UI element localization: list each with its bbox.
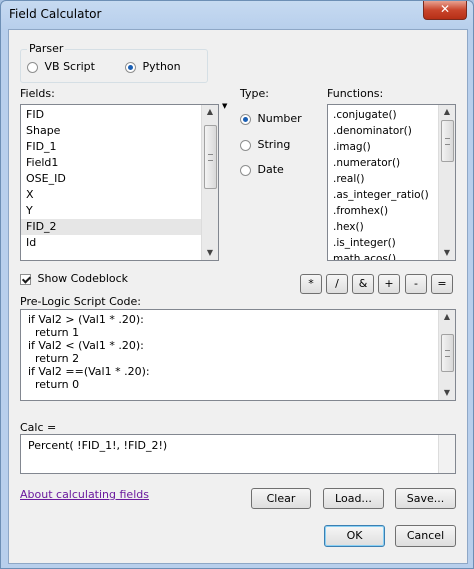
prelogic-scrollbar[interactable]: ▲ ▼ [438,310,455,400]
parser-group: Parser VB Script Python [20,42,208,83]
save-button[interactable]: Save... [395,488,456,509]
scroll-up-icon[interactable]: ▲ [202,105,218,119]
vbscript-radio[interactable]: VB Script [27,60,95,73]
vbscript-radio-button[interactable] [27,61,38,73]
scroll-down-icon[interactable]: ▼ [439,386,455,400]
number-label: Number [257,112,302,125]
scroll-up-icon[interactable]: ▲ [439,105,455,119]
dialog-body: Parser VB Script Python Fields: FID Shape… [8,29,468,564]
show-codeblock-checkbox[interactable]: Show Codeblock [20,272,128,285]
prelogic-code-text: if Val2 > (Val1 * .20): return 1 if Val2… [28,313,150,391]
checkbox-check-icon[interactable] [20,273,31,285]
calc-expression-editor[interactable]: Percent( !FID_1!, !FID_2!) [20,434,456,474]
equals-button[interactable]: = [431,274,453,294]
functions-scrollbar[interactable]: ▲ ▼ [438,105,455,260]
fields-label: Fields: [20,87,55,100]
python-label: Python [142,60,181,73]
list-item[interactable]: .hex() [328,219,455,235]
list-item[interactable]: FID [21,107,218,123]
fields-list[interactable]: FID Shape FID_1 Field1 OSE_ID X Y FID_2 Id ▲ ▼ [20,104,219,261]
field-calculator-window: Field Calculator ✕ Parser VB Script Pyth… [0,0,474,569]
type-date-radio[interactable]: Date [240,163,284,176]
show-codeblock-label: Show Codeblock [37,272,129,285]
plus-button[interactable]: + [378,274,400,294]
ok-button[interactable]: OK [324,525,385,547]
vbscript-label: VB Script [44,60,95,73]
list-item[interactable]: .fromhex() [328,203,455,219]
list-item[interactable]: OSE_ID [21,171,218,187]
prelogic-label: Pre-Logic Script Code: [20,295,141,308]
list-item[interactable]: FID_1 [21,139,218,155]
load-button-label: Load... [335,492,372,505]
calc-expression-text: Percent( !FID_1!, !FID_2!) [28,439,168,452]
date-radio-button[interactable] [240,164,251,176]
scroll-up-icon[interactable]: ▲ [439,310,455,324]
scroll-thumb[interactable] [441,120,454,162]
cancel-button-label: Cancel [406,529,445,542]
list-item[interactable]: .conjugate() [328,107,455,123]
ok-button-label: OK [346,529,363,542]
sort-dropdown-icon[interactable]: ▼ [222,102,227,110]
load-button[interactable]: Load... [323,488,384,509]
cancel-button[interactable]: Cancel [395,525,456,547]
list-item[interactable]: Y [21,203,218,219]
ampersand-button[interactable]: & [352,274,374,294]
list-item[interactable]: X [21,187,218,203]
prelogic-code-editor[interactable]: if Val2 > (Val1 * .20): return 1 if Val2… [20,309,456,401]
save-button-label: Save... [406,492,445,505]
functions-list[interactable]: .conjugate() .denominator() .imag() .numera… [327,104,456,261]
fields-items: FID Shape FID_1 Field1 OSE_ID X Y FID_2 Id [21,105,218,251]
window-title: Field Calculator [9,7,102,21]
minus-button[interactable]: - [405,274,427,294]
list-item[interactable]: .real() [328,171,455,187]
scroll-thumb[interactable] [441,334,454,372]
type-string-radio[interactable]: String [240,138,290,151]
python-radio-button[interactable] [125,61,136,73]
calc-scrollbar[interactable] [438,435,455,473]
list-item[interactable]: .is_integer() [328,235,455,251]
parser-label: Parser [27,42,66,55]
scroll-down-icon[interactable]: ▼ [439,246,455,260]
divide-button[interactable]: / [326,274,348,294]
string-label: String [257,138,291,151]
close-icon: ✕ [439,2,451,16]
functions-items: .conjugate() .denominator() .imag() .numera… [328,105,455,260]
calc-label: Calc = [20,421,57,434]
close-button[interactable]: ✕ [423,1,467,20]
type-label: Type: [240,87,269,100]
list-item[interactable]: math.acos() [328,251,455,260]
functions-label: Functions: [327,87,384,100]
fields-scrollbar[interactable]: ▲ ▼ [201,105,218,260]
scroll-down-icon[interactable]: ▼ [202,246,218,260]
list-item[interactable]: .imag() [328,139,455,155]
title-bar: Field Calculator ✕ [1,1,473,29]
list-item[interactable]: .as_integer_ratio() [328,187,455,203]
list-item[interactable]: FID_2 [21,219,218,235]
list-item[interactable]: Id [21,235,218,251]
list-item[interactable]: .numerator() [328,155,455,171]
multiply-button[interactable]: * [300,274,322,294]
python-radio[interactable]: Python [125,60,181,73]
about-calculating-fields-link[interactable]: About calculating fields [20,488,149,501]
list-item[interactable]: Shape [21,123,218,139]
list-item[interactable]: Field1 [21,155,218,171]
list-item[interactable]: .denominator() [328,123,455,139]
date-label: Date [257,163,284,176]
string-radio-button[interactable] [240,139,251,151]
clear-button[interactable]: Clear [251,488,311,509]
scroll-thumb[interactable] [204,125,217,189]
number-radio-button[interactable] [240,113,251,125]
clear-button-label: Clear [266,492,296,505]
type-number-radio[interactable]: Number [240,112,302,125]
